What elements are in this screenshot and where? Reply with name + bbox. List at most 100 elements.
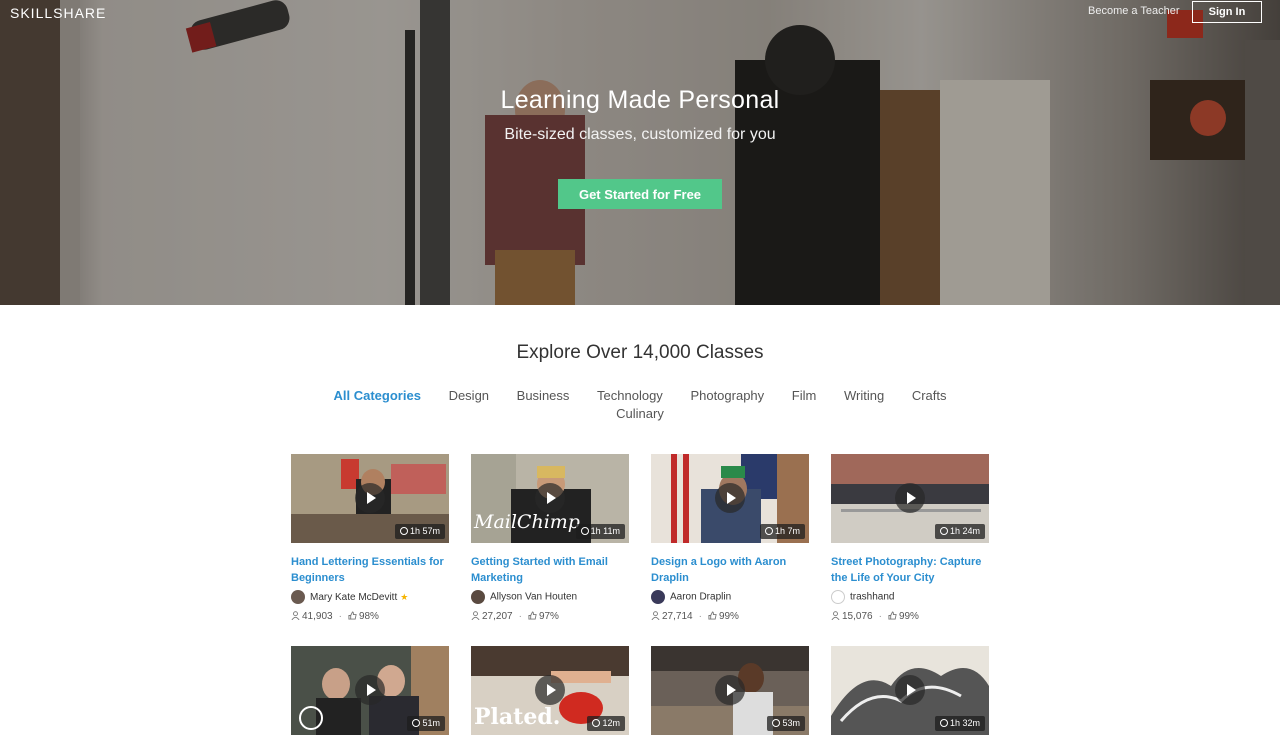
duration-text: 1h 11m bbox=[590, 526, 620, 536]
class-stats: 27,207 · 97% bbox=[471, 611, 629, 623]
duration-badge: 1h 11m bbox=[575, 524, 625, 539]
teacher-name[interactable]: trashhand bbox=[850, 592, 894, 603]
duration-badge: 1h 7m bbox=[759, 524, 805, 539]
clock-icon bbox=[399, 527, 408, 535]
teacher-info: trashhand bbox=[831, 590, 989, 604]
class-thumbnail[interactable]: 1h 24m bbox=[831, 454, 989, 543]
thumbnail-caption: Plated. bbox=[474, 704, 561, 730]
class-thumbnail[interactable]: 1h 32m bbox=[831, 646, 989, 735]
class-card[interactable]: 1h 7m Design a Logo with Aaron Draplin A… bbox=[651, 454, 809, 623]
class-card[interactable]: MailChimp 1h 11m Getting Started with Em… bbox=[471, 454, 629, 623]
duration-badge: 1h 32m bbox=[934, 716, 985, 731]
class-card[interactable]: 1h 32m bbox=[831, 646, 989, 735]
duration-badge: 12m bbox=[587, 716, 625, 731]
class-card[interactable]: Plated. 12m bbox=[471, 646, 629, 735]
tab-business[interactable]: Business bbox=[517, 387, 570, 405]
clock-icon bbox=[592, 719, 601, 727]
avatar bbox=[831, 590, 845, 604]
rating-percent: 98% bbox=[358, 611, 379, 622]
student-count: 27,207 bbox=[482, 611, 513, 622]
duration-badge: 51m bbox=[407, 716, 445, 731]
play-icon[interactable] bbox=[535, 675, 565, 705]
become-teacher-link[interactable]: Become a Teacher bbox=[1088, 5, 1180, 17]
class-title[interactable]: Hand Lettering Essentials for Beginners bbox=[291, 554, 449, 586]
tab-design[interactable]: Design bbox=[449, 387, 489, 405]
class-title[interactable]: Street Photography: Capture the Life of … bbox=[831, 554, 989, 586]
tab-technology[interactable]: Technology bbox=[597, 387, 663, 405]
duration-badge: 1h 24m bbox=[934, 524, 985, 539]
class-thumbnail[interactable]: Plated. 12m bbox=[471, 646, 629, 735]
tab-photography[interactable]: Photography bbox=[690, 387, 764, 405]
class-thumbnail[interactable]: MailChimp 1h 11m bbox=[471, 454, 629, 543]
category-tabs: All Categories Design Business Technolog… bbox=[300, 387, 980, 423]
hero-banner: SKILLSHARE Become a Teacher Sign In Lear… bbox=[0, 0, 1280, 305]
get-started-button[interactable]: Get Started for Free bbox=[558, 179, 722, 209]
student-count: 27,714 bbox=[662, 611, 693, 622]
class-thumbnail[interactable]: 51m bbox=[291, 646, 449, 735]
teacher-info: Aaron Draplin bbox=[651, 590, 809, 604]
duration-text: 51m bbox=[422, 718, 440, 728]
duration-text: 53m bbox=[782, 718, 800, 728]
explore-title: Explore Over 14,000 Classes bbox=[516, 342, 764, 363]
class-thumbnail[interactable]: 53m bbox=[651, 646, 809, 735]
teacher-name[interactable]: Aaron Draplin bbox=[670, 592, 731, 603]
class-thumbnail[interactable]: 1h 7m bbox=[651, 454, 809, 543]
duration-text: 12m bbox=[602, 718, 620, 728]
tab-film[interactable]: Film bbox=[792, 387, 817, 405]
teacher-name[interactable]: Mary Kate McDevitt bbox=[310, 592, 397, 603]
students-icon bbox=[291, 611, 300, 620]
class-card[interactable]: 53m bbox=[651, 646, 809, 735]
duration-badge: 53m bbox=[767, 716, 805, 731]
play-icon[interactable] bbox=[715, 675, 745, 705]
thumbs-up-icon bbox=[528, 611, 537, 620]
thumbs-up-icon bbox=[348, 611, 357, 620]
clock-icon bbox=[412, 719, 421, 727]
rating-percent: 99% bbox=[898, 611, 919, 622]
tab-culinary[interactable]: Culinary bbox=[616, 405, 664, 423]
clock-icon bbox=[939, 719, 948, 727]
clock-icon bbox=[939, 527, 948, 535]
play-icon[interactable] bbox=[355, 483, 385, 513]
duration-text: 1h 7m bbox=[774, 526, 800, 536]
thumbs-up-icon bbox=[888, 611, 897, 620]
class-stats: 27,714 · 99% bbox=[651, 611, 809, 623]
teacher-name[interactable]: Allyson Van Houten bbox=[490, 592, 577, 603]
avatar bbox=[291, 590, 305, 605]
student-count: 41,903 bbox=[302, 611, 333, 622]
duration-text: 1h 24m bbox=[949, 526, 980, 536]
class-title[interactable]: Getting Started with Email Marketing bbox=[471, 554, 629, 586]
play-icon[interactable] bbox=[535, 483, 565, 513]
class-thumbnail[interactable]: 1h 57m bbox=[291, 454, 449, 543]
skillshare-logo[interactable]: SKILLSHARE bbox=[10, 5, 106, 21]
clock-icon bbox=[764, 527, 773, 535]
class-title[interactable]: Design a Logo with Aaron Draplin bbox=[651, 554, 809, 586]
student-count: 15,076 bbox=[842, 611, 873, 622]
clock-icon bbox=[580, 527, 589, 535]
sign-in-button[interactable]: Sign In bbox=[1192, 1, 1262, 23]
duration-text: 1h 32m bbox=[949, 718, 980, 728]
tab-all-categories[interactable]: All Categories bbox=[334, 387, 421, 405]
play-icon[interactable] bbox=[895, 483, 925, 513]
avatar bbox=[651, 590, 665, 604]
avatar bbox=[471, 590, 485, 604]
teacher-info: Allyson Van Houten bbox=[471, 590, 629, 604]
class-card[interactable]: 51m bbox=[291, 646, 449, 735]
class-stats: 41,903 · 98% bbox=[291, 611, 449, 623]
teacher-info: Mary Kate McDevitt ★ bbox=[291, 590, 449, 605]
staff-pick-star-icon: ★ bbox=[400, 592, 409, 602]
students-icon bbox=[651, 611, 660, 620]
thumbs-up-icon bbox=[708, 611, 717, 620]
students-icon bbox=[471, 611, 480, 620]
play-icon[interactable] bbox=[715, 483, 745, 513]
tab-crafts[interactable]: Crafts bbox=[912, 387, 947, 405]
hero-subtitle: Bite-sized classes, customized for you bbox=[504, 126, 776, 143]
hero-title: Learning Made Personal bbox=[500, 86, 780, 114]
class-card[interactable]: 1h 57m Hand Lettering Essentials for Beg… bbox=[291, 454, 449, 623]
class-stats: 15,076 · 99% bbox=[831, 611, 989, 623]
play-icon[interactable] bbox=[895, 675, 925, 705]
students-icon bbox=[831, 611, 840, 620]
play-icon[interactable] bbox=[355, 675, 385, 705]
class-card[interactable]: 1h 24m Street Photography: Capture the L… bbox=[831, 454, 989, 623]
rating-percent: 99% bbox=[718, 611, 739, 622]
tab-writing[interactable]: Writing bbox=[844, 387, 884, 405]
